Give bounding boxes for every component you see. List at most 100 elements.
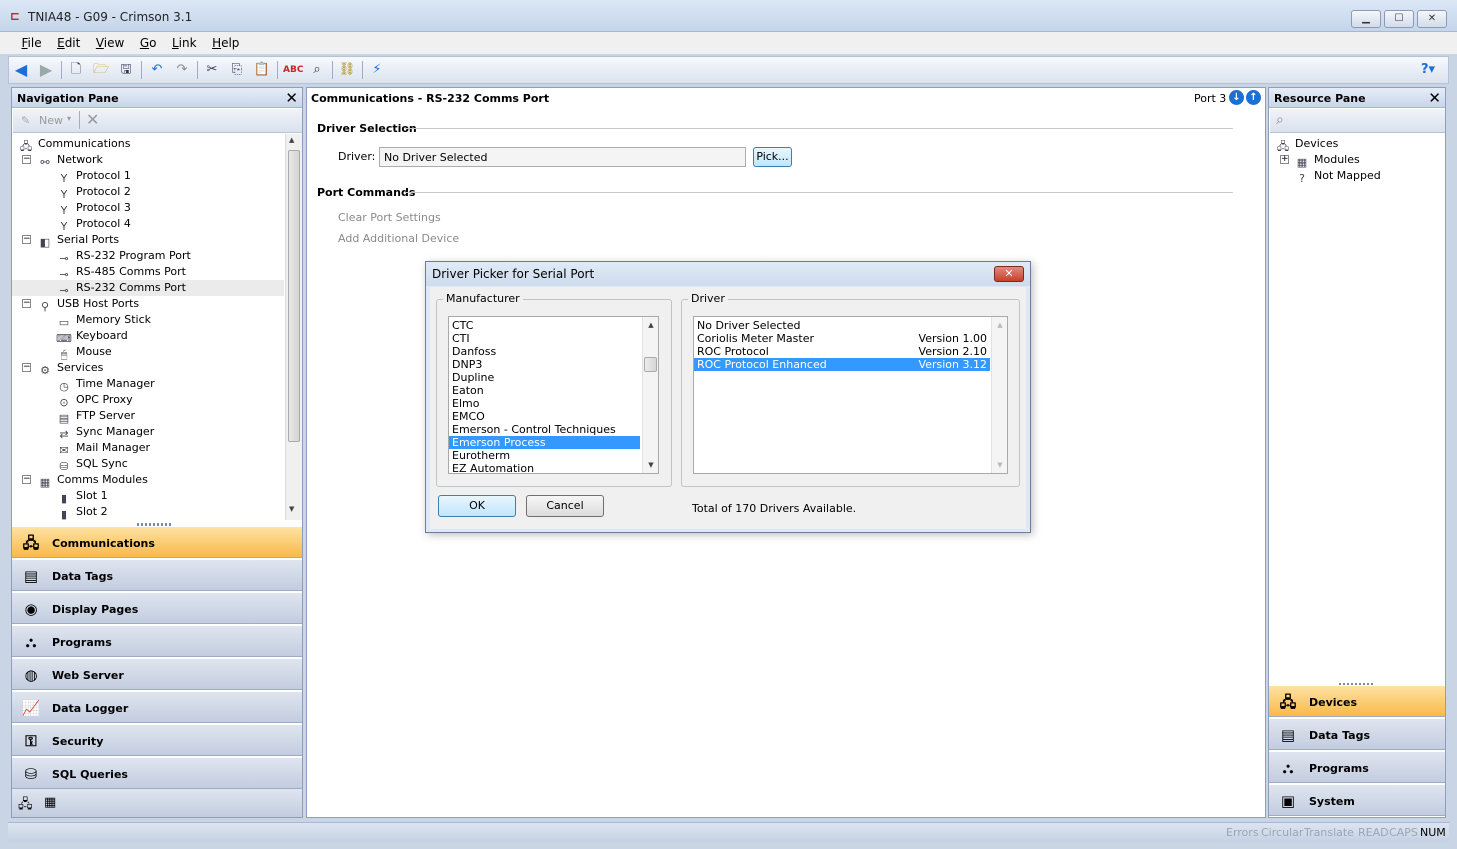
tree-item-network[interactable]: − ⚯ Network bbox=[22, 152, 103, 169]
resource-item-devices[interactable]: 🖧 Devices bbox=[1275, 136, 1339, 153]
manufacturer-item[interactable]: CTC bbox=[449, 319, 640, 332]
tree-item-slot-2[interactable]: ▮ Slot 2 bbox=[56, 504, 108, 520]
copy-icon[interactable]: ⎘ bbox=[228, 61, 246, 79]
manufacturer-item[interactable]: Elmo bbox=[449, 397, 640, 410]
back-icon[interactable]: ◀ bbox=[12, 61, 30, 79]
manufacturer-item[interactable]: Dupline bbox=[449, 371, 640, 384]
send-icon[interactable]: ⚡ bbox=[368, 61, 386, 79]
category-programs[interactable]: ⛬ Programs bbox=[12, 625, 302, 657]
driver-list[interactable]: No Driver Selected Coriolis Meter Master V… bbox=[693, 316, 1008, 474]
tree-item-memory-stick[interactable]: ▭ Memory Stick bbox=[56, 312, 151, 329]
manufacturer-item[interactable]: EMCO bbox=[449, 410, 640, 423]
manufacturer-scroll-thumb[interactable] bbox=[644, 357, 657, 372]
delete-icon[interactable]: ✕ bbox=[86, 110, 99, 129]
arrow-down-icon[interactable]: ↓ bbox=[1229, 90, 1244, 105]
driver-item[interactable]: No Driver Selected bbox=[694, 319, 990, 332]
nav-scroll-thumb[interactable] bbox=[288, 150, 300, 442]
tree-item-services[interactable]: − ⚙ Services bbox=[22, 360, 103, 377]
search-icon[interactable]: ⌕ bbox=[1276, 112, 1284, 128]
close-icon[interactable]: ✕ bbox=[285, 89, 298, 107]
tree-item-rs-232-program-port[interactable]: ⊸ RS-232 Program Port bbox=[56, 248, 190, 265]
tree-item-mail-manager[interactable]: ✉ Mail Manager bbox=[56, 440, 150, 457]
tree-item-protocol-3[interactable]: Y Protocol 3 bbox=[56, 200, 131, 217]
pick-button[interactable]: Pick... bbox=[753, 147, 792, 167]
resource-category-system[interactable]: ▣ System bbox=[1269, 784, 1445, 816]
close-icon[interactable]: ✕ bbox=[1428, 89, 1441, 107]
manufacturer-list[interactable]: CTC CTI Danfoss DNP3 Dupline Eaton Elmo EMCO Eme… bbox=[448, 316, 659, 474]
category-security[interactable]: ⚿ Security bbox=[12, 724, 302, 756]
dialog-close-button[interactable]: ✕ bbox=[994, 266, 1024, 282]
menu-go[interactable]: Go bbox=[134, 32, 163, 50]
chevron-down-icon[interactable]: ▾ bbox=[67, 114, 71, 123]
resource-item-modules[interactable]: + ▦ Modules bbox=[1280, 152, 1360, 169]
collapse-icon[interactable]: − bbox=[22, 299, 31, 308]
arrow-up-icon[interactable]: ↑ bbox=[1246, 90, 1261, 105]
driver-field[interactable]: No Driver Selected bbox=[379, 147, 746, 167]
new-item-icon[interactable]: ✎ bbox=[21, 114, 30, 127]
tree-item-ftp-server[interactable]: ▤ FTP Server bbox=[56, 408, 135, 425]
close-button[interactable]: ✕ bbox=[1417, 10, 1447, 28]
menu-file[interactable]: File bbox=[16, 32, 48, 50]
tree-item-rs-232-comms-port[interactable]: ⊸ RS-232 Comms Port bbox=[12, 280, 284, 297]
find-icon[interactable]: ⌕ bbox=[308, 61, 326, 79]
maximize-button[interactable]: ☐ bbox=[1384, 10, 1414, 28]
category-web-server[interactable]: ◍ Web Server bbox=[12, 658, 302, 690]
collapse-icon[interactable]: − bbox=[22, 475, 31, 484]
category-sql-queries[interactable]: ⛁ SQL Queries bbox=[12, 757, 302, 789]
category-communications[interactable]: 🖧 Communications bbox=[12, 526, 302, 558]
driver-item[interactable]: ROC Protocol Version 2.10 bbox=[694, 345, 990, 358]
tree-item-sync-manager[interactable]: ⇄ Sync Manager bbox=[56, 424, 154, 441]
new-icon[interactable]: 🗋 bbox=[67, 61, 85, 79]
forward-icon[interactable]: ▶ bbox=[37, 61, 55, 79]
minimize-button[interactable]: ▁ bbox=[1351, 10, 1381, 28]
link-icon[interactable]: ⛓ bbox=[338, 61, 356, 79]
modules-small-icon[interactable]: ▦ bbox=[44, 795, 56, 810]
category-display-pages[interactable]: ◉ Display Pages bbox=[12, 592, 302, 624]
cut-icon[interactable]: ✂ bbox=[203, 61, 221, 79]
undo-icon[interactable]: ↶ bbox=[148, 61, 166, 79]
paste-icon[interactable]: 📋 bbox=[253, 61, 271, 79]
manufacturer-item[interactable]: DNP3 bbox=[449, 358, 640, 371]
open-icon[interactable]: 🗁 bbox=[92, 61, 110, 79]
manufacturer-item[interactable]: Eaton bbox=[449, 384, 640, 397]
tree-item-protocol-2[interactable]: Y Protocol 2 bbox=[56, 184, 131, 201]
category-data-logger[interactable]: 📈 Data Logger bbox=[12, 691, 302, 723]
spell-check-icon[interactable]: ABC bbox=[283, 61, 303, 79]
resource-category-data-tags[interactable]: ▤ Data Tags bbox=[1269, 718, 1445, 750]
new-button[interactable]: New bbox=[39, 114, 63, 127]
manufacturer-item[interactable]: Emerson Process bbox=[449, 436, 640, 449]
tree-item-rs-485-comms-port[interactable]: ⊸ RS-485 Comms Port bbox=[56, 264, 186, 281]
tree-item-sql-sync[interactable]: ⛁ SQL Sync bbox=[56, 456, 127, 473]
resource-category-programs[interactable]: ⛬ Programs bbox=[1269, 751, 1445, 783]
tree-item-keyboard[interactable]: ⌨ Keyboard bbox=[56, 328, 128, 345]
help-icon[interactable]: ?▾ bbox=[1419, 61, 1437, 79]
menu-link[interactable]: Link bbox=[166, 32, 203, 50]
category-data-tags[interactable]: ▤ Data Tags bbox=[12, 559, 302, 591]
manufacturer-scrollbar[interactable]: ▲ ▼ bbox=[642, 317, 658, 473]
tree-item-time-manager[interactable]: ◷ Time Manager bbox=[56, 376, 154, 393]
tree-item-protocol-1[interactable]: Y Protocol 1 bbox=[56, 168, 131, 185]
network-small-icon[interactable]: 🖧 bbox=[18, 795, 33, 817]
tree-item-comms-modules[interactable]: − ▦ Comms Modules bbox=[22, 472, 148, 489]
tree-item-communications[interactable]: 🖧 Communications bbox=[18, 136, 131, 153]
tree-item-serial-ports[interactable]: − ◧ Serial Ports bbox=[22, 232, 119, 249]
menu-view[interactable]: View bbox=[90, 32, 130, 50]
cancel-button[interactable]: Cancel bbox=[526, 495, 604, 517]
collapse-icon[interactable]: − bbox=[22, 235, 31, 244]
collapse-icon[interactable]: − bbox=[22, 363, 31, 372]
manufacturer-item[interactable]: EZ Automation bbox=[449, 462, 640, 473]
resource-item-not-mapped[interactable]: ? Not Mapped bbox=[1294, 168, 1381, 185]
collapse-icon[interactable]: − bbox=[22, 155, 31, 164]
tree-item-usb-host-ports[interactable]: − ⚲ USB Host Ports bbox=[22, 296, 139, 313]
expand-icon[interactable]: + bbox=[1280, 155, 1289, 164]
nav-scrollbar[interactable]: ▲ ▼ bbox=[285, 134, 302, 520]
manufacturer-item[interactable]: Eurotherm bbox=[449, 449, 640, 462]
driver-item[interactable]: ROC Protocol Enhanced Version 3.12 bbox=[694, 358, 990, 371]
manufacturer-item[interactable]: CTI bbox=[449, 332, 640, 345]
driver-scrollbar[interactable]: ▲ ▼ bbox=[991, 317, 1007, 473]
tree-item-mouse[interactable]: 🖱 Mouse bbox=[56, 344, 112, 361]
menu-help[interactable]: Help bbox=[206, 32, 245, 50]
resource-category-devices[interactable]: 🖧 Devices bbox=[1269, 685, 1445, 717]
tree-item-opc-proxy[interactable]: ⊙ OPC Proxy bbox=[56, 392, 132, 409]
tree-item-protocol-4[interactable]: Y Protocol 4 bbox=[56, 216, 131, 233]
